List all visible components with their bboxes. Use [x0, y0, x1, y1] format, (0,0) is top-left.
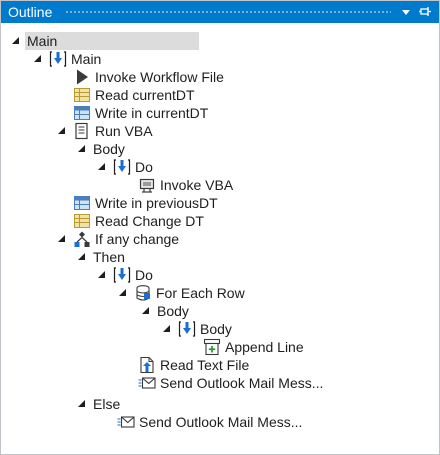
tree-node-label: Body — [93, 141, 125, 157]
if-icon — [74, 231, 90, 247]
read-text-file-icon — [140, 356, 154, 374]
tree-node-append-line[interactable]: Append Line — [203, 338, 306, 356]
sequence-icon — [113, 267, 131, 283]
expanded-arrow-icon[interactable] — [57, 234, 67, 244]
tree-node-label: If any change — [95, 231, 180, 247]
tree-node-invoke-vba[interactable]: Invoke VBA — [138, 176, 235, 194]
play-icon — [77, 69, 88, 85]
write-range-icon — [74, 196, 90, 210]
read-range-icon — [74, 88, 90, 102]
tree-node-body[interactable]: Body — [77, 140, 127, 158]
tree-node-label: Do — [135, 159, 153, 175]
tree-node-do[interactable]: Do — [97, 158, 155, 176]
outline-titlebar: Outline — [1, 1, 439, 23]
tree-node-body-foreach[interactable]: Body — [141, 302, 191, 320]
tree-node-send-outlook-mail-else[interactable]: Send Outlook Mail Mess... — [117, 413, 304, 431]
tree-node-label: Read currentDT — [95, 87, 195, 103]
sequence-icon — [178, 321, 196, 337]
tree-node-write-in-previousdt[interactable]: Write in previousDT — [73, 194, 220, 212]
for-each-row-icon — [136, 285, 150, 301]
append-line-icon — [203, 338, 221, 356]
mail-icon — [117, 416, 135, 428]
titlebar-grip[interactable] — [65, 10, 391, 15]
tree-node-label: Run VBA — [95, 123, 153, 139]
tree-node-label: Else — [93, 396, 121, 412]
tree-node-label: For Each Row — [156, 285, 245, 301]
tree-node-label: Invoke Workflow File — [95, 69, 224, 85]
tree-node-then[interactable]: Then — [77, 248, 127, 266]
tree-node-label: Main — [71, 51, 102, 67]
dropdown-arrow-icon[interactable] — [399, 5, 413, 19]
tree-node-label: Invoke VBA — [160, 177, 234, 193]
tree-node-root-main[interactable]: Main — [11, 32, 59, 50]
tree-node-read-currentdt[interactable]: Read currentDT — [73, 86, 197, 104]
read-range-icon — [74, 214, 90, 228]
tree-node-label: Read Text File — [160, 357, 250, 373]
expanded-arrow-icon[interactable] — [33, 54, 43, 64]
sequence-icon — [49, 51, 67, 67]
pin-icon[interactable] — [418, 5, 432, 19]
expanded-arrow-icon[interactable] — [57, 126, 67, 136]
mail-icon — [138, 377, 156, 389]
tree-node-label: Write in previousDT — [95, 195, 218, 211]
tree-node-read-change-dt[interactable]: Read Change DT — [73, 212, 206, 230]
tree-node-else[interactable]: Else — [77, 395, 122, 413]
tree-node-label: Main — [27, 33, 58, 49]
expanded-arrow-icon[interactable] — [162, 324, 172, 334]
expanded-arrow-icon[interactable] — [118, 288, 128, 298]
tree-node-body-sequence[interactable]: Body — [162, 320, 234, 338]
expanded-arrow-icon[interactable] — [141, 306, 151, 316]
expanded-arrow-icon[interactable] — [77, 252, 87, 262]
tree-node-write-in-currentdt[interactable]: Write in currentDT — [73, 104, 210, 122]
tree-node-send-outlook-mail-then[interactable]: Send Outlook Mail Mess... — [138, 374, 325, 392]
tree-node-label: Write in currentDT — [95, 105, 209, 121]
tree-node-read-text-file[interactable]: Read Text File — [138, 356, 251, 374]
expanded-arrow-icon[interactable] — [77, 144, 87, 154]
expanded-arrow-icon[interactable] — [97, 270, 107, 280]
tree-node-label: Body — [200, 321, 232, 337]
tree-node-label: Send Outlook Mail Mess... — [139, 414, 303, 430]
tree-node-label: Send Outlook Mail Mess... — [160, 375, 324, 391]
tree-node-label: Do — [135, 267, 153, 283]
expanded-arrow-icon[interactable] — [97, 162, 107, 172]
tree-node-main-sequence[interactable]: Main — [33, 50, 103, 68]
tree-node-label: Body — [157, 303, 189, 319]
document-icon — [75, 122, 88, 140]
tree-node-label: Append Line — [225, 339, 304, 355]
tree-node-label: Read Change DT — [95, 213, 204, 229]
invoke-vba-icon — [139, 178, 155, 193]
expanded-arrow-icon[interactable] — [11, 36, 21, 46]
tree-node-do-then[interactable]: Do — [97, 266, 155, 284]
tree-node-invoke-workflow-file[interactable]: Invoke Workflow File — [73, 68, 226, 86]
tree-node-for-each-row[interactable]: For Each Row — [118, 284, 247, 302]
sequence-icon — [113, 159, 131, 175]
tree-node-if-any-change[interactable]: If any change — [57, 230, 181, 248]
tree-node-label: Then — [93, 249, 125, 265]
expanded-arrow-icon[interactable] — [77, 399, 87, 409]
write-range-icon — [74, 106, 90, 120]
panel-title: Outline — [8, 4, 53, 20]
tree-node-run-vba[interactable]: Run VBA — [57, 122, 155, 140]
outline-panel: Outline Main Main Invoke Workflow File R… — [0, 0, 440, 455]
